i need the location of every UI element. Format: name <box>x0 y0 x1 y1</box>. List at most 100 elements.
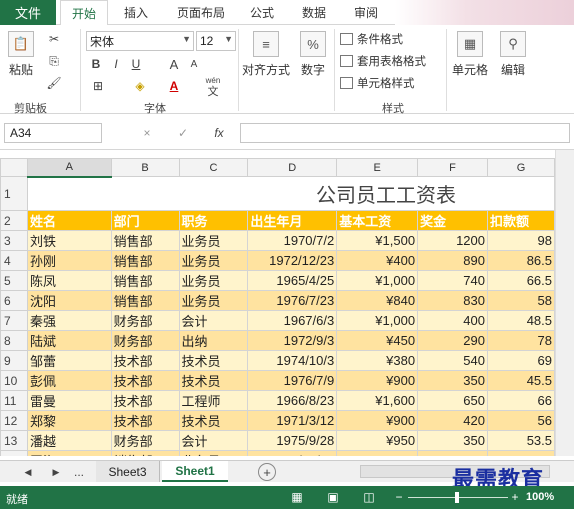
row-header[interactable]: 13 <box>0 430 28 451</box>
table-cell[interactable]: 销售部 <box>110 250 180 271</box>
header-cell[interactable]: 部门 <box>110 210 180 231</box>
tab-formulas[interactable]: 公式 <box>240 0 284 25</box>
table-cell[interactable]: ¥900 <box>336 370 419 391</box>
table-cell[interactable]: 1976/7/23 <box>247 290 338 311</box>
column-header[interactable]: A <box>26 158 112 178</box>
table-cell[interactable]: 工程师 <box>178 390 249 411</box>
table-cell[interactable]: 58 <box>486 290 555 311</box>
table-cell[interactable]: 1000 <box>417 450 488 456</box>
table-cell[interactable]: 销售部 <box>110 450 180 456</box>
row-header[interactable]: 1 <box>0 176 28 211</box>
table-cell[interactable]: 1965/4/25 <box>247 270 338 291</box>
table-cell[interactable]: 秦强 <box>26 310 112 331</box>
cancel-icon[interactable]: × <box>140 124 154 142</box>
table-cell[interactable]: 740 <box>417 270 488 291</box>
row-header[interactable]: 11 <box>0 390 28 411</box>
font-size-select[interactable]: 12 ▼ <box>196 31 236 51</box>
table-cell[interactable]: 业务员 <box>178 250 249 271</box>
page-layout-view-icon[interactable]: ▣ <box>326 489 340 505</box>
insert-function-icon[interactable]: fx <box>210 124 228 142</box>
table-cell[interactable]: 350 <box>417 430 488 451</box>
table-cell[interactable]: 650 <box>417 390 488 411</box>
table-cell[interactable]: 技术部 <box>110 350 180 371</box>
column-header[interactable]: D <box>247 158 338 177</box>
name-box[interactable]: A34 <box>4 123 102 143</box>
table-cell[interactable]: 财务部 <box>110 330 180 351</box>
table-cell[interactable]: 邹蕾 <box>26 350 112 371</box>
border-icon[interactable]: ⊞ <box>88 77 108 95</box>
tab-review[interactable]: 审阅 <box>344 0 388 25</box>
table-cell[interactable]: ¥900 <box>336 410 419 431</box>
normal-view-icon[interactable]: ▦ <box>290 489 304 505</box>
row-header[interactable]: 10 <box>0 370 28 391</box>
more-sheets-button[interactable]: ... <box>70 464 88 480</box>
phonetic-button[interactable]: 文 <box>202 85 224 98</box>
row-header[interactable]: 14 <box>0 450 28 456</box>
table-cell[interactable]: 420 <box>417 410 488 431</box>
header-cell[interactable]: 姓名 <box>26 210 112 231</box>
table-cell[interactable]: 财务部 <box>110 310 180 331</box>
header-cell[interactable]: 职务 <box>178 210 249 231</box>
table-cell[interactable]: 1972/10/12 <box>247 450 338 456</box>
table-cell[interactable]: 290 <box>417 330 488 351</box>
table-cell[interactable]: 56 <box>486 410 555 431</box>
table-cell[interactable]: 1970/7/2 <box>247 230 338 251</box>
grow-font-button[interactable]: A <box>166 55 182 73</box>
table-cell[interactable]: 1967/6/3 <box>247 310 338 331</box>
table-cell[interactable]: 陈凤 <box>26 270 112 291</box>
table-cell[interactable]: ¥450 <box>336 330 419 351</box>
tab-data[interactable]: 数据 <box>292 0 336 25</box>
sheet-tab-sheet1[interactable]: Sheet1 <box>162 461 228 482</box>
table-cell[interactable]: ¥840 <box>336 290 419 311</box>
table-cell[interactable]: 1966/8/23 <box>247 390 338 411</box>
table-cell[interactable]: ¥1,500 <box>336 230 419 251</box>
table-cell[interactable]: 69 <box>486 350 555 371</box>
cells-button[interactable]: ▦ 单元格 <box>452 31 488 78</box>
font-color-button[interactable]: A <box>164 77 184 95</box>
table-cell[interactable]: 技术部 <box>110 390 180 411</box>
worksheet-grid[interactable]: A B C D E F G 1 公司员工工资表 2 姓名 部门 职务 出生年月 基本工资 奖金 扣款额 3 刘铁 销售… <box>0 158 555 456</box>
fill-color-icon[interactable]: ◈ <box>130 77 150 95</box>
table-cell[interactable]: 66.5 <box>486 270 555 291</box>
table-cell[interactable]: 86.5 <box>486 250 555 271</box>
zoom-level[interactable]: 100% <box>526 491 554 503</box>
header-cell[interactable]: 基本工资 <box>336 210 419 231</box>
add-sheet-button[interactable]: + <box>258 463 276 481</box>
zoom-in-icon[interactable]: + <box>510 489 520 505</box>
table-cell[interactable]: 540 <box>417 350 488 371</box>
table-cell[interactable]: 彭佩 <box>26 370 112 391</box>
header-cell[interactable]: 奖金 <box>417 210 488 231</box>
table-cell[interactable]: 1971/3/12 <box>247 410 338 431</box>
editing-button[interactable]: ⚲ 编辑 <box>500 31 526 78</box>
header-cell[interactable]: 扣款额 <box>486 210 555 231</box>
row-header[interactable]: 7 <box>0 310 28 331</box>
paste-button[interactable]: 📋 粘贴 <box>8 31 34 78</box>
row-header[interactable]: 12 <box>0 410 28 431</box>
prev-sheet-icon[interactable]: ◀ <box>22 464 34 480</box>
table-cell[interactable]: 350 <box>417 370 488 391</box>
row-header[interactable]: 9 <box>0 350 28 371</box>
format-painter-icon[interactable]: 🖌 <box>44 75 64 91</box>
underline-button[interactable]: U <box>128 55 144 73</box>
table-cell[interactable]: ¥380 <box>336 350 419 371</box>
table-cell[interactable]: 出纳 <box>178 330 249 351</box>
table-cell[interactable]: 1200 <box>417 230 488 251</box>
zoom-slider-thumb[interactable] <box>455 492 459 503</box>
table-cell[interactable]: 1976/7/9 <box>247 370 338 391</box>
table-cell[interactable]: 45.5 <box>486 370 555 391</box>
table-cell[interactable]: 830 <box>417 290 488 311</box>
tab-file[interactable]: 文件 <box>0 0 56 25</box>
tab-insert[interactable]: 插入 <box>114 0 158 25</box>
table-cell[interactable]: 48.5 <box>486 310 555 331</box>
font-name-select[interactable]: 宋体 ▼ <box>86 31 194 51</box>
sheet-title[interactable]: 公司员工工资表 <box>26 176 555 211</box>
row-header[interactable]: 5 <box>0 270 28 291</box>
table-cell[interactable]: 技术员 <box>178 370 249 391</box>
table-cell[interactable]: 业务员 <box>178 450 249 456</box>
shrink-font-button[interactable]: A <box>186 55 202 73</box>
table-cell[interactable]: 会计 <box>178 310 249 331</box>
table-cell[interactable]: 890 <box>417 250 488 271</box>
table-cell[interactable]: 业务员 <box>178 290 249 311</box>
row-header[interactable]: 2 <box>0 210 28 231</box>
row-header[interactable]: 8 <box>0 330 28 351</box>
